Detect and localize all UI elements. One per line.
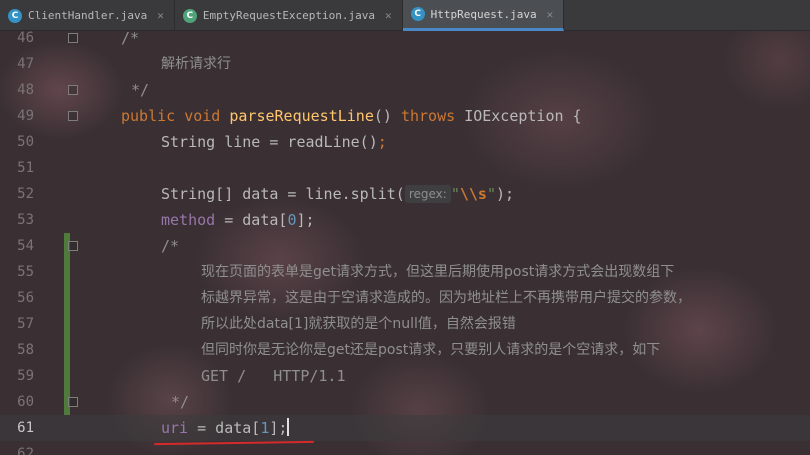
tab-label: HttpRequest.java <box>430 7 537 21</box>
close-icon[interactable]: ✕ <box>547 8 554 21</box>
line-number: 57 <box>17 316 34 332</box>
vcs-change-marker <box>64 233 70 415</box>
line-number: 52 <box>17 186 34 202</box>
current-line-highlight <box>0 415 810 441</box>
fold-marker-icon[interactable] <box>68 85 78 95</box>
code-line-53[interactable]: method = data[0]; <box>161 207 315 233</box>
line-number: 55 <box>17 264 34 280</box>
tab-http-request[interactable]: C HttpRequest.java ✕ <box>402 0 565 31</box>
code-line-59[interactable]: GET / HTTP/1.1 <box>201 363 346 389</box>
class-icon: C <box>8 8 22 23</box>
code-line-47[interactable]: 解析请求行 <box>161 51 231 77</box>
code-line-48[interactable]: */ <box>131 77 149 103</box>
line-number: 47 <box>17 56 34 72</box>
line-number: 62 <box>17 446 34 455</box>
fold-marker-icon[interactable] <box>68 397 78 407</box>
line-number: 50 <box>17 134 34 150</box>
class-icon: C <box>410 7 425 21</box>
tab-label: ClientHandler.java <box>28 9 148 22</box>
line-number: 58 <box>17 342 34 358</box>
line-number: 48 <box>17 82 34 98</box>
code-line-52[interactable]: String[] data = line.split(regex: "\\s"); <box>161 181 514 207</box>
tab-label: EmptyRequestException.java <box>202 9 376 22</box>
tab-empty-request-exception[interactable]: C EmptyRequestException.java ✕ <box>175 0 403 31</box>
code-line-49[interactable]: public void parseRequestLine() throws IO… <box>121 103 582 129</box>
line-number: 53 <box>17 212 34 228</box>
exception-class-icon: C <box>182 8 197 23</box>
code-line-57[interactable]: 所以此处data[1]就获取的是个null值，自然会报错 <box>201 311 516 337</box>
line-number: 56 <box>17 290 34 306</box>
line-number-current: 61 <box>17 420 34 436</box>
fold-marker-icon[interactable] <box>68 33 78 43</box>
code-line-55[interactable]: 现在页面的表单是get请求方式，但这里后期使用post请求方式会出现数组下 <box>201 259 674 285</box>
code-line-50[interactable]: String line = readLine(); <box>161 129 387 155</box>
line-number: 46 <box>17 30 34 46</box>
parameter-hint: regex: <box>404 185 451 203</box>
annotation-underline <box>153 440 315 446</box>
fold-marker-icon[interactable] <box>68 241 78 251</box>
line-number: 60 <box>17 394 34 410</box>
code-line-61[interactable]: uri = data[1]; <box>161 415 290 441</box>
line-number: 54 <box>17 238 34 254</box>
line-number: 59 <box>17 368 34 384</box>
fold-marker-icon[interactable] <box>68 111 78 121</box>
text-caret <box>287 418 290 436</box>
code-line-54[interactable]: /* <box>161 233 179 259</box>
close-icon[interactable]: ✕ <box>157 9 164 22</box>
line-number: 51 <box>17 160 34 176</box>
code-line-58[interactable]: 但同时你是无论你是get还是post请求，只要别人请求的是个空请求，如下 <box>201 337 660 363</box>
code-line-60[interactable]: */ <box>171 389 189 415</box>
code-line-56[interactable]: 标越界异常，这是由于空请求造成的。因为地址栏上不再携带用户提交的参数， <box>201 285 691 311</box>
code-line-46[interactable]: /* <box>121 25 139 51</box>
line-number: 49 <box>17 108 34 124</box>
close-icon[interactable]: ✕ <box>385 9 392 22</box>
